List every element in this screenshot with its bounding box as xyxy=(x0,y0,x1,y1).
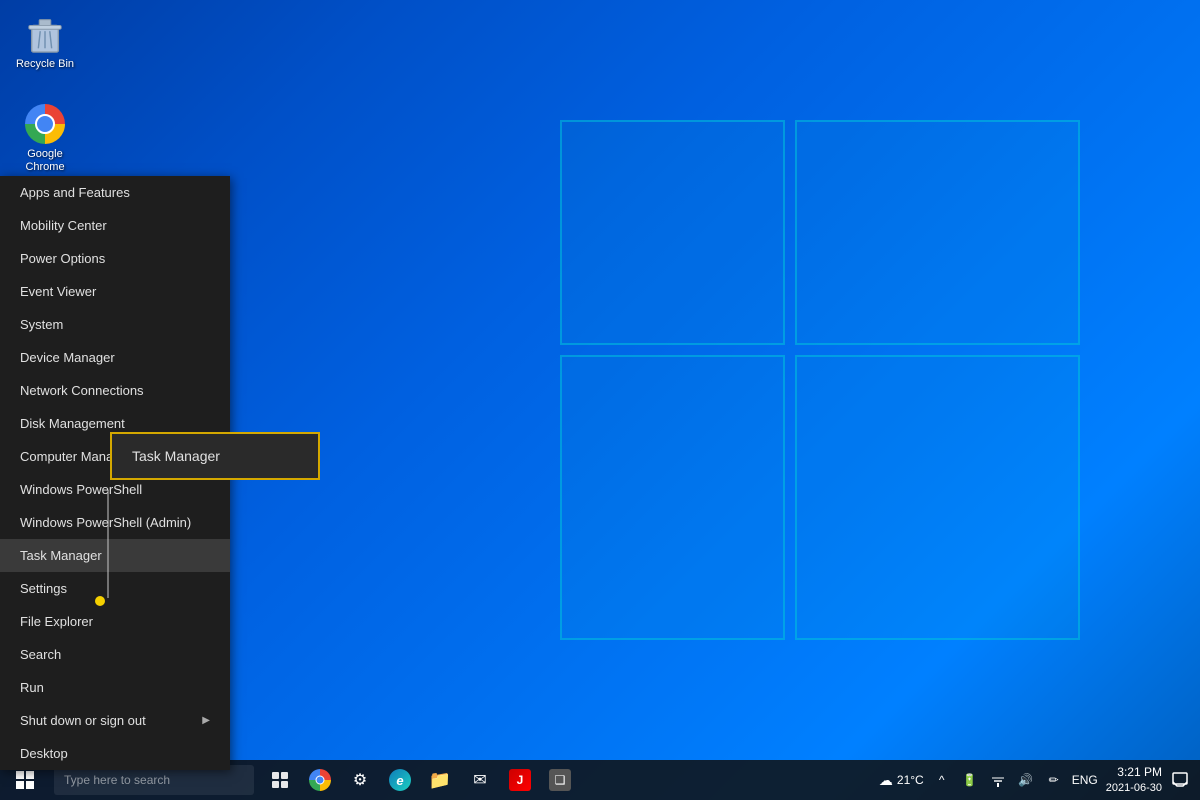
volume-icon: 🔊 xyxy=(1018,773,1033,787)
menu-item-network-connections[interactable]: Network Connections xyxy=(0,374,230,407)
menu-item-settings[interactable]: Settings xyxy=(0,572,230,605)
logo-pane-tl xyxy=(560,120,785,345)
start-sq-4 xyxy=(26,781,34,789)
menu-item-power-options[interactable]: Power Options xyxy=(0,242,230,275)
start-sq-2 xyxy=(26,771,34,779)
menu-item-device-manager[interactable]: Device Manager xyxy=(0,341,230,374)
tray-battery-icon[interactable]: 🔋 xyxy=(960,770,980,790)
windows-logo-bg xyxy=(560,120,1080,640)
folder-icon: 📁 xyxy=(429,770,451,791)
recycle-bin-label: Recycle Bin xyxy=(16,58,74,71)
menu-item-windows-powershell-admin[interactable]: Windows PowerShell (Admin) xyxy=(0,506,230,539)
menu-item-system[interactable]: System xyxy=(0,308,230,341)
menu-item-run[interactable]: Run xyxy=(0,671,230,704)
menu-item-task-manager[interactable]: Task Manager xyxy=(0,539,230,572)
menu-item-mobility-center[interactable]: Mobility Center xyxy=(0,209,230,242)
chevron-up-icon: ^ xyxy=(939,773,945,787)
tray-notifications-icon[interactable] xyxy=(1170,770,1190,790)
recycle-bin-icon xyxy=(25,14,65,54)
search-placeholder: Type here to search xyxy=(64,773,170,787)
desktop-icon-chrome[interactable]: Google Chrome xyxy=(10,100,80,178)
desktop-icon-recycle-bin[interactable]: Recycle Bin xyxy=(10,10,80,75)
gear-icon: ⚙ xyxy=(353,770,367,790)
desktop: Recycle Bin Google Chrome e Microsoft Ed… xyxy=(0,0,1200,800)
system-tray: ☁ 21°C ^ 🔋 🔊 xyxy=(869,760,1200,800)
connector-line xyxy=(107,490,109,598)
taskbar-icons: ⚙ e 📁 ✉ J ❑ xyxy=(254,762,869,798)
menu-item-search[interactable]: Search xyxy=(0,638,230,671)
mail-icon: ✉ xyxy=(473,770,486,790)
taskbar-taskview[interactable] xyxy=(262,762,298,798)
temperature: 21°C xyxy=(897,773,924,787)
taskbar-file-explorer[interactable]: 📁 xyxy=(422,762,458,798)
windows-start-icon xyxy=(16,771,34,789)
menu-item-desktop[interactable]: Desktop xyxy=(0,737,230,770)
tray-language[interactable]: ENG xyxy=(1072,773,1098,787)
tray-show-hidden-icon[interactable]: ^ xyxy=(932,770,952,790)
tray-volume-icon[interactable]: 🔊 xyxy=(1016,770,1036,790)
task-manager-tooltip: Task Manager xyxy=(110,432,320,480)
taskbar-edge[interactable]: e xyxy=(382,762,418,798)
chrome-icon xyxy=(25,104,65,144)
logo-pane-bl xyxy=(560,355,785,640)
taskbar-app7[interactable]: ❑ xyxy=(542,762,578,798)
menu-item-apps-features[interactable]: Apps and Features xyxy=(0,176,230,209)
start-sq-1 xyxy=(16,771,24,779)
taskbar-chrome[interactable] xyxy=(302,762,338,798)
taskbar-mail[interactable]: ✉ xyxy=(462,762,498,798)
taskbar-settings[interactable]: ⚙ xyxy=(342,762,378,798)
pen-icon: ✏ xyxy=(1049,773,1059,787)
tray-datetime[interactable]: 3:21 PM 2021-06-30 xyxy=(1106,764,1162,796)
taskbar-app6[interactable]: J xyxy=(502,762,538,798)
menu-item-event-viewer[interactable]: Event Viewer xyxy=(0,275,230,308)
tray-network-icon[interactable] xyxy=(988,770,1008,790)
tray-pen-icon[interactable]: ✏ xyxy=(1044,770,1064,790)
logo-pane-tr xyxy=(795,120,1080,345)
task-manager-dot xyxy=(95,596,105,606)
arrow-icon: ▶ xyxy=(202,715,210,726)
logo-pane-br xyxy=(795,355,1080,640)
tray-weather[interactable]: ☁ 21°C xyxy=(879,772,924,789)
menu-item-shut-down[interactable]: Shut down or sign out ▶ xyxy=(0,704,230,737)
chrome-label: Google Chrome xyxy=(14,148,76,174)
menu-item-file-explorer[interactable]: File Explorer xyxy=(0,605,230,638)
start-sq-3 xyxy=(16,781,24,789)
battery-icon: 🔋 xyxy=(962,773,977,787)
cloud-icon: ☁ xyxy=(879,772,893,789)
